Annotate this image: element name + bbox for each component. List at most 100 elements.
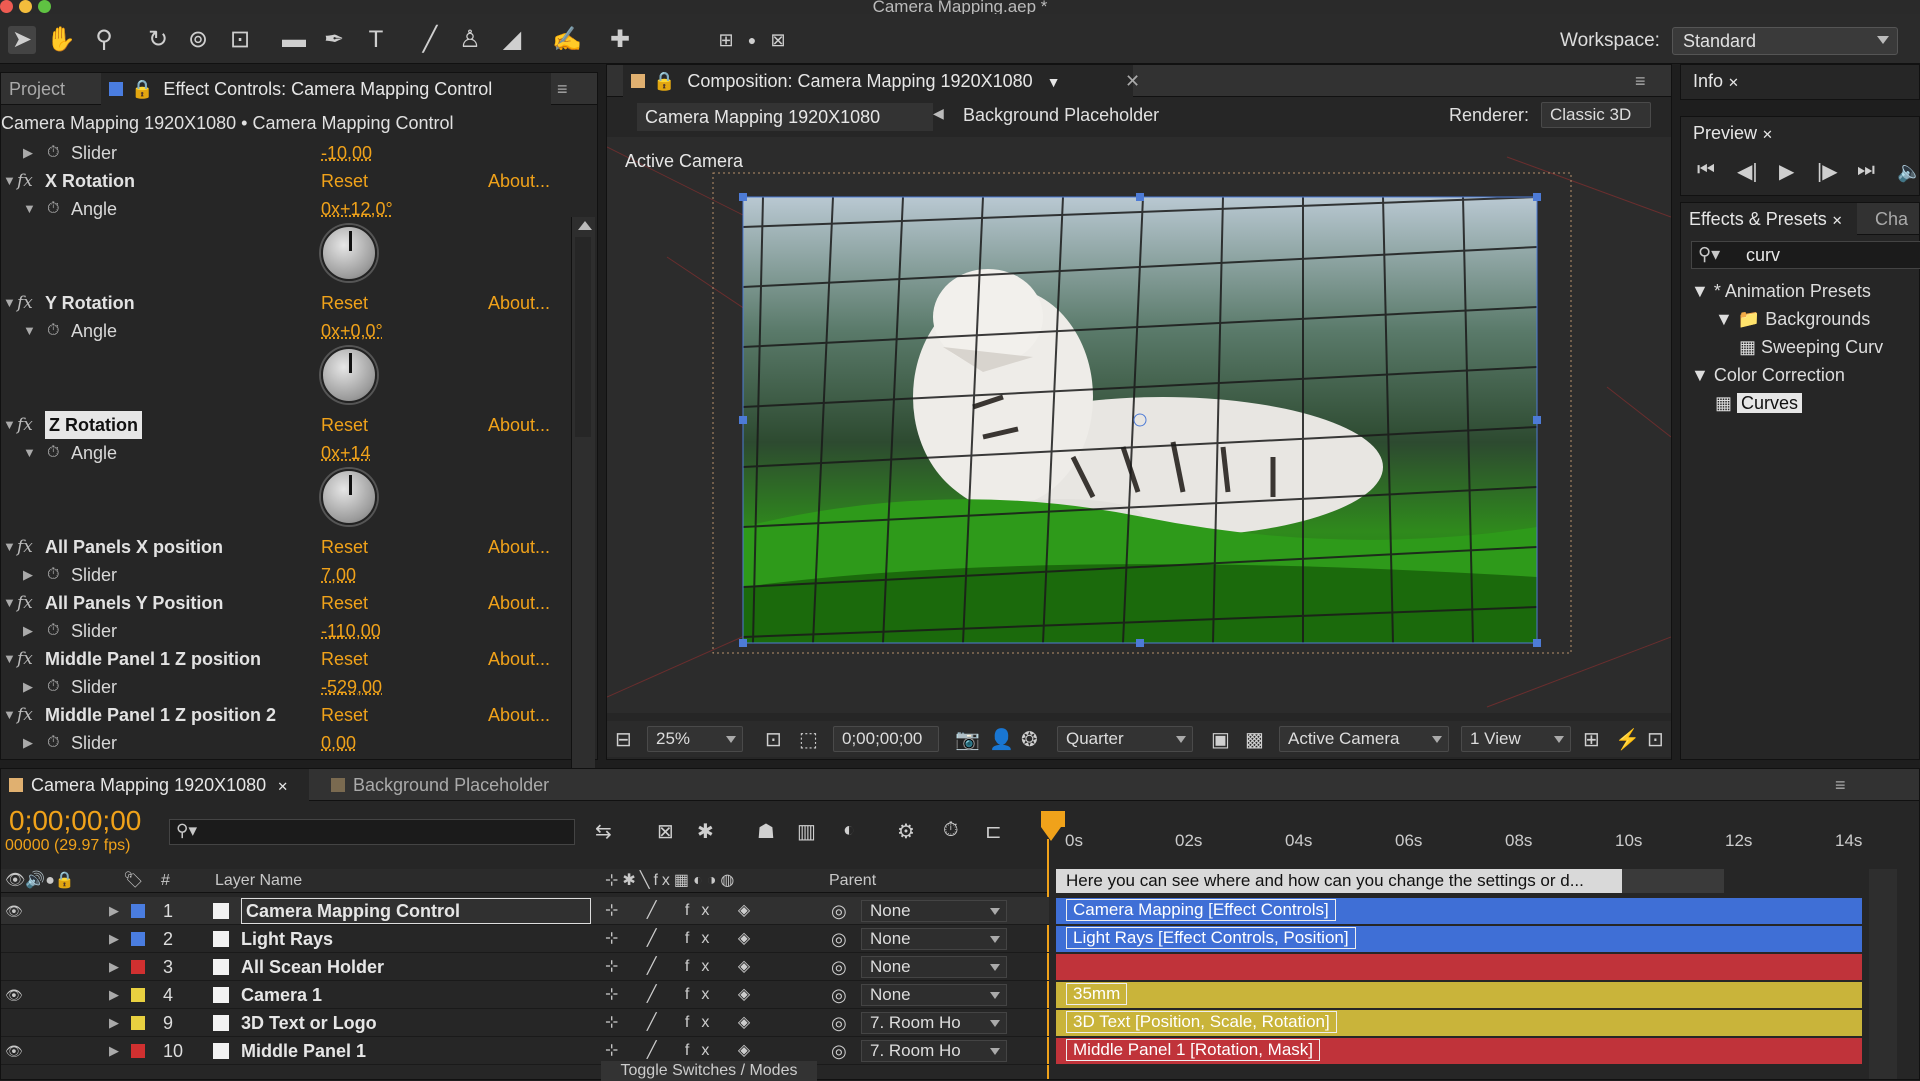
comp-breadcrumb-current[interactable]: Camera Mapping 1920X1080 [637, 103, 933, 131]
pickwhip-icon[interactable]: ◎ [831, 1009, 847, 1037]
close-tab-icon[interactable]: ✕ [1728, 75, 1739, 90]
tab-timeline-camera-mapping[interactable]: Camera Mapping 1920X1080 ✕ [1, 769, 309, 801]
disclosure-triangle-icon[interactable]: ▶ [23, 617, 33, 645]
layer-switches-icons[interactable]: ⊹ ╱ fx ◈ [605, 981, 762, 1009]
label-color-swatch[interactable] [131, 1044, 145, 1058]
property-value[interactable]: -110,00 [321, 617, 381, 645]
property-value[interactable]: 0,00 [321, 729, 356, 757]
visibility-eye-icon[interactable]: 👁 [5, 981, 23, 1009]
selection-tool-icon[interactable]: ➤ [8, 26, 36, 54]
layer-duration-bar[interactable]: 35mm [1056, 982, 1862, 1008]
comment-marker[interactable]: Here you can see where and how can you c… [1056, 869, 1622, 893]
disclosure-triangle-icon[interactable]: ▼ [3, 411, 16, 439]
axis-view-icon[interactable]: ⊠ [764, 26, 792, 54]
next-frame-icon[interactable]: |▶ [1817, 159, 1838, 184]
timeline-scrollbar[interactable] [1869, 869, 1897, 1079]
tab-info[interactable]: Info ✕ [1685, 65, 1755, 97]
angle-dial[interactable] [321, 469, 377, 525]
mask-visibility-icon[interactable]: ⬚ [799, 727, 818, 752]
comp-breadcrumb-parent[interactable]: Background Placeholder [963, 105, 1159, 126]
disclosure-triangle-icon[interactable]: ▶ [23, 139, 33, 167]
layer-search-input[interactable]: ⚲▾ [169, 819, 575, 845]
tree-item[interactable]: ▼ 📁 Backgrounds [1715, 305, 1870, 333]
fx-icon[interactable]: fx [17, 411, 33, 439]
stopwatch-icon[interactable]: ⏱ [47, 439, 59, 467]
layer-switches-icons[interactable]: ⊹ ╱ fx ◈ [605, 897, 762, 925]
live-update-icon[interactable]: ⊠ [657, 819, 674, 844]
visibility-eye-icon[interactable]: 👁 [5, 1037, 23, 1065]
axis-world-icon[interactable]: ● [738, 26, 766, 54]
label-color-swatch[interactable] [131, 960, 145, 974]
motion-blur-icon[interactable]: ◐ [843, 819, 855, 842]
pickwhip-icon[interactable]: ◎ [831, 897, 847, 925]
panel-menu-icon[interactable]: ≡ [1627, 65, 1657, 97]
reset-link[interactable]: Reset [321, 701, 368, 729]
layer-duration-bar[interactable]: 3D Text [Position, Scale, Rotation] [1056, 1010, 1862, 1036]
fx-icon[interactable]: fx [17, 533, 33, 561]
zoom-window-button[interactable] [38, 0, 51, 13]
composition-mini-flowchart-icon[interactable]: ⇆ [595, 819, 612, 844]
layer-name[interactable]: Camera 1 [241, 981, 322, 1009]
parent-select[interactable]: 7. Room Ho [861, 1040, 1007, 1062]
disclosure-triangle-icon[interactable]: ▶ [109, 1037, 119, 1065]
angle-dial[interactable] [321, 347, 377, 403]
about-link[interactable]: About... [488, 533, 550, 561]
parent-select[interactable]: None [861, 900, 1007, 922]
property-value[interactable]: 7,00 [321, 561, 356, 589]
stopwatch-icon[interactable]: ⏱ [47, 673, 59, 701]
disclosure-triangle-icon[interactable]: ▶ [23, 673, 33, 701]
time-ruler[interactable]: 0s 02s 04s 06s 08s 10s 12s 14s [1041, 811, 1862, 867]
stopwatch-icon[interactable]: ⏱ [47, 617, 59, 645]
brainstorm-icon[interactable]: ⚙ [897, 819, 915, 844]
layer-row[interactable]: ▶ 3 All Scean Holder ⊹ ╱ fx ◈ ◎ None [1, 953, 1049, 981]
clone-stamp-tool-icon[interactable]: ♙ [456, 26, 484, 54]
disclosure-triangle-icon[interactable]: ▼ [3, 289, 16, 317]
tab-effect-controls[interactable]: 🔒 Effect Controls: Camera Mapping Control [101, 73, 551, 105]
scroll-thumb[interactable] [575, 237, 591, 437]
tree-item[interactable]: ▼ * Animation Presets [1691, 277, 1871, 305]
timeline-toggle-icon[interactable]: ⊡ [1647, 727, 1664, 752]
property-value[interactable]: -529,00 [321, 673, 382, 701]
layer-switches-icons[interactable]: ⊹ ╱ fx ◈ [605, 1009, 762, 1037]
property-value[interactable]: 0x+0,0° [321, 317, 383, 345]
renderer-button[interactable]: Classic 3D [1541, 102, 1651, 128]
close-tab-icon[interactable]: ✕ [277, 779, 288, 794]
reset-link[interactable]: Reset [321, 289, 368, 317]
draft-3d-icon[interactable]: ✱ [697, 819, 714, 844]
toggle-switches-modes-button[interactable]: Toggle Switches / Modes [601, 1061, 817, 1081]
layer-row[interactable]: 👁 ▶ 10 Middle Panel 1 ⊹ ╱ fx ◈ ◎ 7. Room Ho [1, 1037, 1049, 1065]
panel-menu-icon[interactable]: ≡ [549, 73, 579, 105]
show-snapshot-icon[interactable]: 👤 [989, 727, 1014, 752]
pixel-aspect-icon[interactable]: ⊞ [1583, 727, 1600, 752]
layer-name[interactable]: 3D Text or Logo [241, 1009, 377, 1037]
region-of-interest-icon[interactable]: ▣ [1211, 727, 1230, 752]
close-tab-icon[interactable]: ✕ [1117, 65, 1145, 97]
layer-name[interactable]: Middle Panel 1 [241, 1037, 366, 1065]
about-link[interactable]: About... [488, 589, 550, 617]
transparency-grid-icon[interactable]: ▩ [1245, 727, 1264, 752]
stopwatch-icon[interactable]: ⏱ [47, 317, 59, 345]
close-window-button[interactable] [0, 0, 13, 13]
close-tab-icon[interactable]: ✕ [1762, 127, 1773, 142]
pickwhip-icon[interactable]: ◎ [831, 1037, 847, 1065]
work-area-start-icon[interactable] [1041, 811, 1065, 827]
stopwatch-icon[interactable]: ⏱ [47, 195, 59, 223]
camera-view-select[interactable]: Active Camera [1279, 726, 1449, 752]
layer-duration-bar[interactable]: Camera Mapping [Effect Controls] [1056, 898, 1862, 924]
frame-blending-icon[interactable]: ▥ [797, 819, 816, 844]
layer-duration-bar[interactable]: Light Rays [Effect Controls, Position] [1056, 926, 1862, 952]
disclosure-triangle-icon[interactable]: ▼ [23, 317, 36, 345]
property-value[interactable]: -10,00 [321, 139, 372, 167]
axis-local-icon[interactable]: ⊞ [712, 26, 740, 54]
pan-behind-tool-icon[interactable]: ⊡ [226, 26, 254, 54]
graph-editor-icon[interactable]: ⊏ [985, 819, 1002, 844]
fx-icon[interactable]: fx [17, 289, 33, 317]
color-channels-icon[interactable]: ❂ [1021, 727, 1038, 752]
tab-project[interactable]: Project [1, 73, 93, 105]
parent-select[interactable]: None [861, 928, 1007, 950]
label-color-swatch[interactable] [131, 988, 145, 1002]
first-frame-icon[interactable]: ⏮ [1697, 159, 1715, 182]
pickwhip-icon[interactable]: ◎ [831, 953, 847, 981]
layer-switches-icons[interactable]: ⊹ ╱ fx ◈ [605, 925, 762, 953]
about-link[interactable]: About... [488, 167, 550, 195]
